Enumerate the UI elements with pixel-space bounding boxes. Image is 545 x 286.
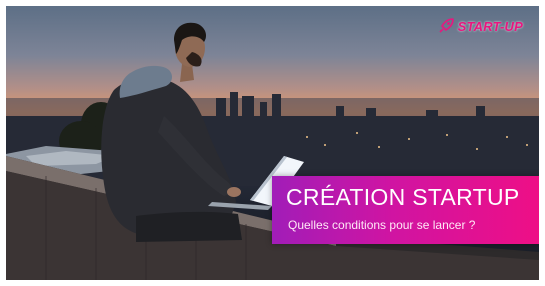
hero-photo-frame: START-UP CRÉATION STARTUP Quelles condit… [6, 6, 539, 280]
banner-title: CRÉATION STARTUP [286, 184, 520, 210]
logo-text: START-UP [457, 18, 523, 34]
startup-logo: START-UP [437, 14, 523, 38]
title-banner: CRÉATION STARTUP Quelles conditions pour… [272, 176, 539, 244]
banner-subtitle: Quelles conditions pour se lancer ? [288, 218, 476, 232]
rocket-icon [439, 18, 454, 33]
